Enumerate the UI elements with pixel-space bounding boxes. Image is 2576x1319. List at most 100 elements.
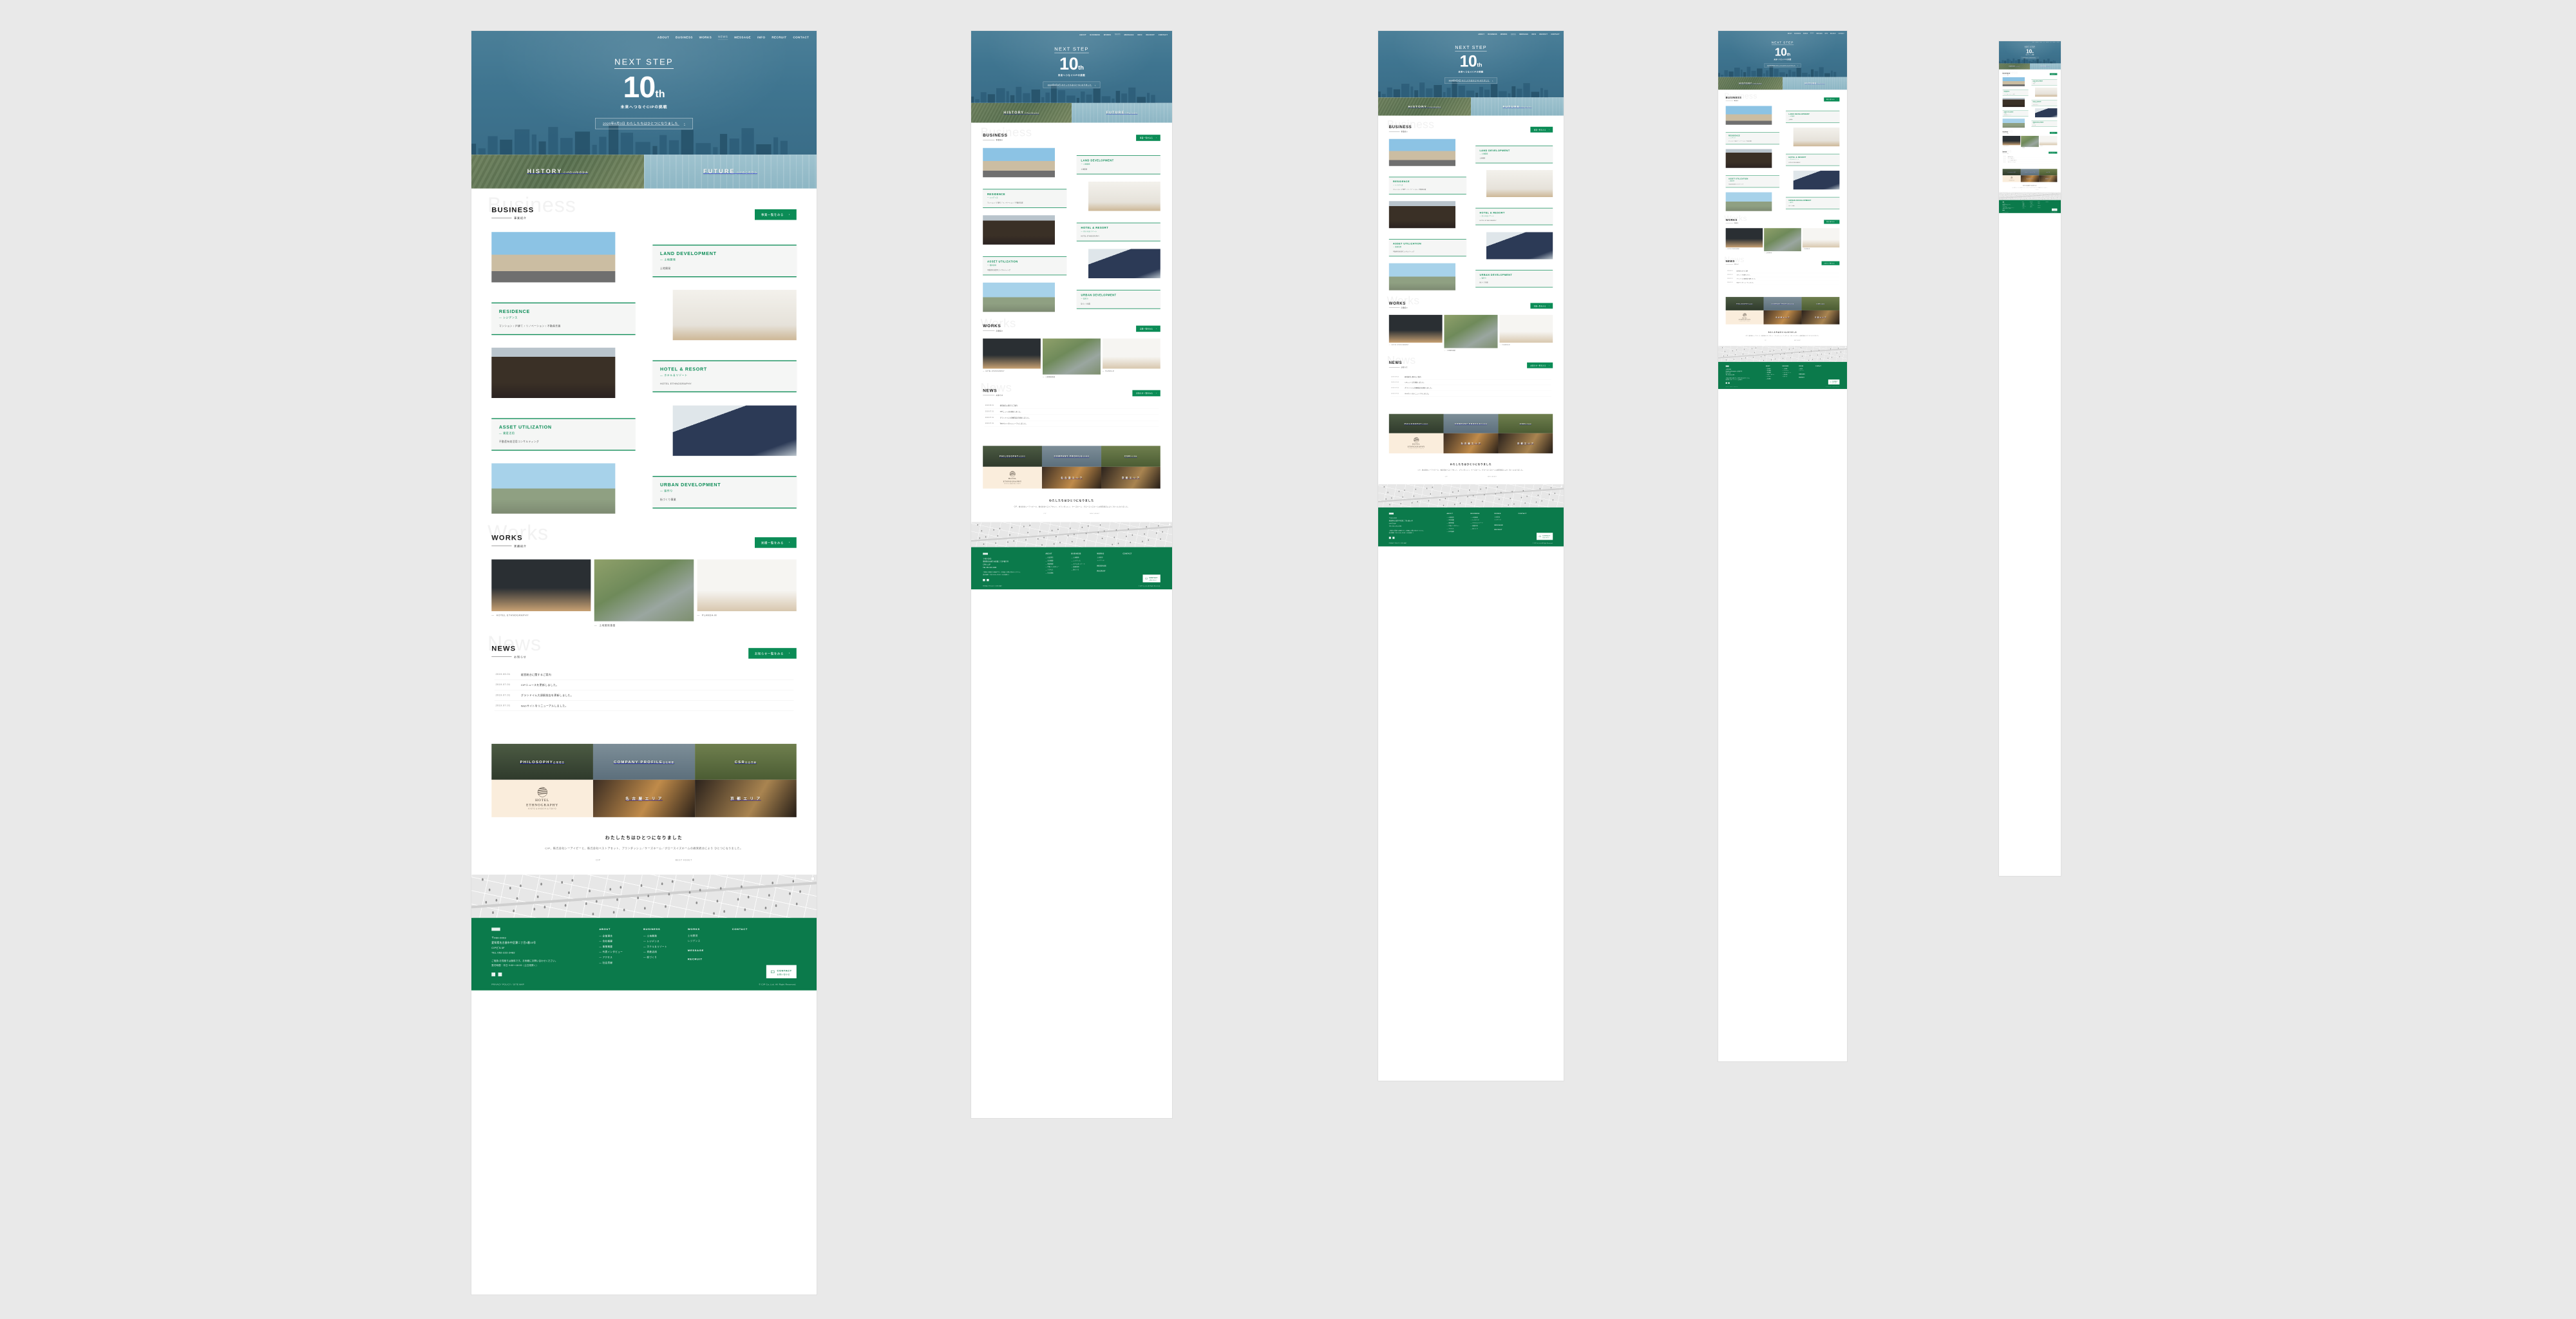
business-card[interactable]: LAND DEVELOPMENT — 土地開発 土地開発: [491, 232, 797, 283]
nav-item-message[interactable]: MESSAGE: [2046, 42, 2049, 43]
business-card[interactable]: ASSET UTILIZATION — 資産活用 不動産有効活用コンサルティング: [2002, 108, 2058, 118]
map-pin-icon[interactable]: [1023, 526, 1025, 527]
map-pin-icon[interactable]: [1112, 544, 1113, 546]
work-item[interactable]: —HOTEL ETHNOGRAPHY: [2002, 135, 2021, 146]
nav-item-works[interactable]: WORKS: [1803, 33, 1808, 34]
map-pin-icon[interactable]: [1830, 348, 1831, 350]
map-pin-icon[interactable]: [1763, 359, 1764, 361]
business-card[interactable]: LAND DEVELOPMENT — 土地開発 土地開発: [1725, 106, 1840, 125]
nav-item-info[interactable]: INFO: [1531, 33, 1536, 35]
main-navigation[interactable]: ABOUT BUSINESS WORKS NEWS MESSAGE INFO RECRUIT…: [1718, 31, 1847, 36]
news-item[interactable]: 2019.07.01 Webサイトをリニューアルしました。: [494, 701, 794, 711]
map-pin-icon[interactable]: [595, 900, 598, 903]
business-card[interactable]: RESIDENCE — レジデンス マンション / 戸建て / リノベーション / …: [2002, 88, 2058, 97]
nav-item-works[interactable]: WORKS: [2040, 42, 2042, 43]
map-pin-icon[interactable]: [1513, 503, 1515, 505]
map-pin-icon[interactable]: [688, 891, 691, 894]
footer-link[interactable]: — 街づくり: [1783, 375, 1794, 377]
map-pin-icon[interactable]: [1727, 354, 1728, 356]
map-pin-icon[interactable]: [509, 886, 511, 889]
map-pin-icon[interactable]: [1132, 534, 1133, 536]
hero-announcement-button[interactable]: 2020年8月3日 わたしたちはひとつになりました ›: [2021, 57, 2039, 59]
nav-item-business[interactable]: BUSINESS: [1090, 34, 1101, 36]
map-pin-icon[interactable]: [1074, 533, 1075, 535]
map-pin-icon[interactable]: [1745, 357, 1746, 359]
news-item[interactable]: 2019.07.01 CIPニュースを更新しました。: [984, 409, 1159, 415]
business-card[interactable]: HOTEL & RESORT — ホテル＆リゾート HOTEL ETHNOGRAPH…: [983, 215, 1160, 245]
history-banner-link[interactable]: HISTORY CIPの10年の歩み: [1378, 97, 1471, 116]
footer-link[interactable]: — 街づくり: [1471, 527, 1488, 530]
instagram-icon[interactable]: [1725, 382, 1727, 384]
instagram-icon[interactable]: [1388, 536, 1391, 539]
nav-item-recruit[interactable]: RECRUIT: [772, 36, 786, 39]
map-pin-icon[interactable]: [1011, 526, 1012, 529]
works-list-button[interactable]: 実績一覧をみる ›: [1824, 220, 1840, 224]
business-list-button[interactable]: 事業一覧をみる ›: [754, 209, 797, 220]
footer-privacy-link[interactable]: PRIVACY POLICY / SITE MAP: [491, 984, 524, 986]
map-pin-icon[interactable]: [716, 899, 719, 902]
map-pin-icon[interactable]: [488, 888, 491, 891]
nav-item-business[interactable]: BUSINESS: [1488, 33, 1497, 35]
map-pin-icon[interactable]: [1430, 493, 1432, 495]
map-pin-icon[interactable]: [533, 907, 536, 911]
map-pin-icon[interactable]: [568, 891, 570, 895]
map-pin-icon[interactable]: [1099, 524, 1101, 526]
nav-item-contact[interactable]: CONTACT: [1159, 34, 1168, 36]
history-banner-link[interactable]: HISTORY CIPの10年の歩み: [471, 155, 644, 189]
map-pin-icon[interactable]: [1799, 352, 1800, 353]
map-pin-icon[interactable]: [1007, 541, 1009, 543]
footer-link[interactable]: — 会社概要: [599, 939, 630, 944]
map-pin-icon[interactable]: [1770, 359, 1772, 361]
map-pin-icon[interactable]: [1541, 500, 1542, 502]
hotel-area-tile[interactable]: 京 都 エ リ ア: [1801, 310, 1840, 325]
map-pin-icon[interactable]: [564, 904, 567, 907]
footer-link[interactable]: — 資産活用: [643, 949, 675, 954]
map-pin-icon[interactable]: [981, 530, 983, 532]
footer-link[interactable]: — 土地開発: [643, 934, 675, 939]
business-card[interactable]: LAND DEVELOPMENT — 土地開発 土地開発: [2002, 77, 2058, 86]
map-pin-icon[interactable]: [1128, 528, 1129, 530]
main-navigation[interactable]: ABOUT BUSINESS WORKS NEWS MESSAGE INFO RECRUIT…: [1378, 31, 1564, 38]
map-pin-icon[interactable]: [516, 897, 518, 900]
facebook-icon[interactable]: [987, 579, 989, 582]
map-pin-icon[interactable]: [665, 905, 667, 908]
business-card[interactable]: ASSET UTILIZATION — 資産活用 不動産有効活用コンサルティング: [1388, 232, 1553, 260]
nav-item-recruit[interactable]: RECRUIT: [2053, 42, 2056, 43]
hero-announcement-button[interactable]: 2020年8月3日 わたしたちはひとつになりました ›: [1043, 81, 1101, 88]
map-pin-icon[interactable]: [640, 884, 643, 887]
business-card[interactable]: LAND DEVELOPMENT — 土地開発 土地開発: [983, 147, 1160, 178]
business-card[interactable]: ASSET UTILIZATION — 資産活用 不動産有効活用コンサルティング: [983, 249, 1160, 279]
map-pin-icon[interactable]: [1537, 495, 1539, 497]
footer-link[interactable]: — 社会貢献: [1766, 377, 1777, 379]
map-pin-icon[interactable]: [1072, 540, 1073, 543]
map-pin-icon[interactable]: [985, 536, 987, 538]
business-list-button[interactable]: 事業一覧をみる ›: [1136, 135, 1160, 141]
footer-link[interactable]: — 街づくり: [643, 955, 675, 960]
business-card[interactable]: RESIDENCE — レジデンス マンション / 戸建て / リノベーション / …: [1388, 170, 1553, 197]
business-card[interactable]: HOTEL & RESORT — ホテル＆リゾート HOTEL ETHNOGRAPH…: [491, 347, 797, 398]
map-pin-icon[interactable]: [1103, 530, 1105, 532]
hotel-area-tile[interactable]: 名 古 屋 エ リ ア: [1763, 310, 1802, 325]
business-card[interactable]: HOTEL & RESORT — ホテル＆リゾート HOTEL ETHNOGRAPH…: [1725, 149, 1840, 168]
instagram-icon[interactable]: [983, 579, 985, 582]
footer-privacy-link[interactable]: PRIVACY POLICY / SITE MAP: [983, 585, 1002, 587]
map-pin-icon[interactable]: [1443, 504, 1444, 506]
map-pin-icon[interactable]: [1402, 496, 1403, 498]
viewport-tablet[interactable]: ABOUT BUSINESS WORKS NEWS MESSAGE INFO RECRUIT…: [1378, 31, 1564, 1081]
news-item[interactable]: 2019.09.01 経営統合に関するご案内: [1390, 374, 1551, 380]
map-pin-icon[interactable]: [789, 892, 791, 895]
news-list-button[interactable]: お知らせ一覧をみる ›: [1821, 261, 1840, 265]
location-map[interactable]: [1718, 345, 1847, 362]
map-pin-icon[interactable]: [1828, 353, 1830, 354]
nav-item-business[interactable]: BUSINESS: [1794, 33, 1801, 34]
map-pin-icon[interactable]: [1067, 535, 1069, 536]
business-card[interactable]: HOTEL & RESORT — ホテル＆リゾート HOTEL ETHNOGRAPH…: [2002, 98, 2058, 108]
business-list-button[interactable]: 事業一覧をみる ›: [1824, 97, 1840, 102]
map-pin-icon[interactable]: [1511, 491, 1513, 493]
business-card[interactable]: URBAN DEVELOPMENT — 街作り 街づくり事業: [2002, 119, 2058, 128]
map-pin-icon[interactable]: [661, 882, 663, 886]
nav-item-news[interactable]: NEWS: [2043, 42, 2045, 43]
news-item[interactable]: 2019.09.01 経営統合に関するご案内: [494, 670, 794, 680]
map-pin-icon[interactable]: [1812, 359, 1813, 360]
location-map[interactable]: [1378, 484, 1564, 508]
